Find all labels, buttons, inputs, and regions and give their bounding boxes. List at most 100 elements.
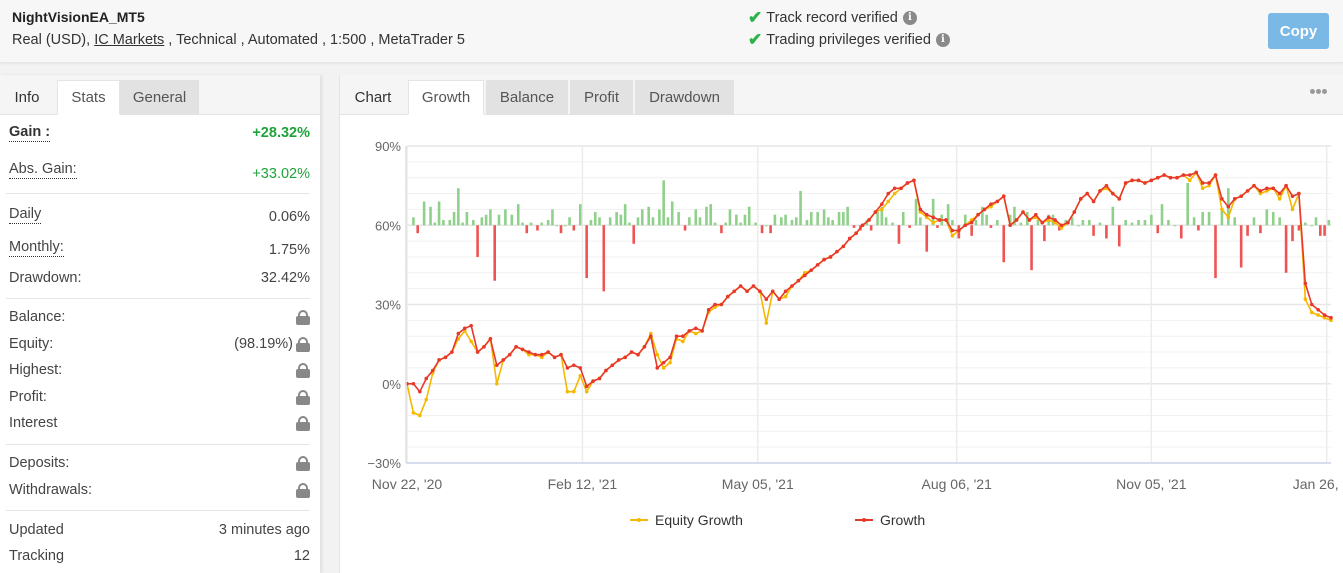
bar-positive [563, 225, 567, 227]
bar-negative [1117, 225, 1121, 247]
bar-positive [677, 212, 680, 226]
growth-point [520, 347, 525, 352]
bar-negative [852, 225, 856, 228]
bar-positive [484, 214, 488, 226]
growth-point [1111, 191, 1115, 196]
bar-positive [640, 209, 644, 226]
bar-positive [974, 219, 978, 226]
bar-positive [412, 217, 415, 226]
growth-point [924, 212, 929, 217]
growth-point [1168, 175, 1173, 180]
growth-point [1123, 181, 1128, 185]
growth-point [1143, 181, 1147, 185]
bar-negative [1179, 225, 1183, 239]
growth-point [976, 212, 980, 217]
growth-point [604, 368, 608, 373]
bar-negative [525, 225, 529, 234]
bar-positive [914, 198, 918, 226]
growth-point [841, 244, 846, 249]
growth-point [693, 326, 698, 331]
bar-negative [1319, 225, 1322, 236]
legend[interactable]: Equity Growth Growth [630, 512, 925, 528]
bar-positive [489, 209, 492, 226]
legend-growth[interactable]: Growth [855, 512, 925, 528]
bar-positive [1160, 204, 1164, 226]
growth-point [918, 207, 923, 212]
bar-positive [747, 206, 751, 226]
growth-point [610, 363, 615, 368]
growth-point [552, 355, 557, 360]
equity-growth-point [572, 389, 576, 394]
growth-point [1322, 313, 1327, 317]
growth-point [546, 350, 550, 354]
bar-negative [572, 225, 576, 231]
bar-positive [816, 212, 819, 226]
growth-point [1085, 191, 1089, 196]
bar-positive [666, 217, 670, 226]
legend-marker-icon [637, 518, 641, 522]
growth-point [719, 302, 724, 307]
bar-positive [1310, 225, 1314, 227]
growth-point [796, 278, 801, 283]
growth-point [1297, 191, 1301, 196]
growth-point [828, 255, 833, 259]
equity-growth-point [886, 199, 891, 204]
bar-positive [551, 209, 554, 226]
bar-positive [876, 212, 879, 226]
growth-point [1008, 223, 1012, 228]
bar-negative [1291, 225, 1294, 242]
bar-positive [794, 217, 798, 226]
growth-point [424, 376, 429, 381]
equity-growth-point [1200, 186, 1205, 191]
bar-positive [437, 201, 441, 226]
growth-point [1329, 315, 1333, 320]
growth-point [957, 228, 961, 233]
growth-point [1053, 218, 1057, 222]
growth-point [982, 207, 987, 212]
bar-positive [837, 212, 841, 226]
y-tick-label: 30% [375, 298, 401, 313]
equity-growth-point [892, 191, 897, 196]
bar-positive [1130, 222, 1134, 226]
growth-point [437, 358, 441, 362]
growth-point [649, 334, 653, 339]
growth-point [411, 381, 416, 386]
growth-point [1309, 302, 1314, 307]
growth-point [726, 294, 730, 299]
growth-point [559, 352, 563, 357]
growth-point [950, 228, 955, 233]
bar-positive [568, 217, 571, 226]
bar-negative [1030, 225, 1033, 271]
bar-positive [422, 201, 426, 226]
bar-negative [1002, 225, 1006, 263]
growth-point [745, 289, 749, 294]
growth-point [1194, 170, 1199, 175]
x-tick-label: Feb 12, '21 [548, 476, 618, 492]
legend-equity-growth[interactable]: Equity Growth [630, 512, 743, 528]
bar-positive [1207, 212, 1211, 226]
bar-positive [429, 206, 432, 226]
y-tick-label: −30% [367, 456, 401, 471]
growth-point [456, 331, 461, 336]
bar-negative [925, 225, 929, 252]
growth-point [507, 352, 512, 357]
bar-positive [448, 219, 452, 226]
equity-growth-point [1309, 310, 1314, 315]
growth-point [1284, 183, 1288, 188]
bar-positive [846, 206, 849, 226]
growth-point [937, 218, 942, 222]
growth-point [1098, 189, 1102, 193]
growth-point [488, 337, 493, 341]
bar-positive [739, 222, 742, 226]
growth-point [1078, 197, 1083, 201]
equity-growth-point [668, 360, 672, 365]
bar-positive [1150, 214, 1153, 226]
growth-point [1316, 307, 1320, 312]
growth-point [1226, 204, 1231, 209]
equity-growth-point [655, 352, 660, 357]
bar-positive [842, 212, 845, 226]
growth-point [674, 334, 679, 339]
bar-positive [1019, 222, 1023, 226]
bar-positive [728, 209, 732, 226]
equity-growth-point [411, 411, 416, 415]
